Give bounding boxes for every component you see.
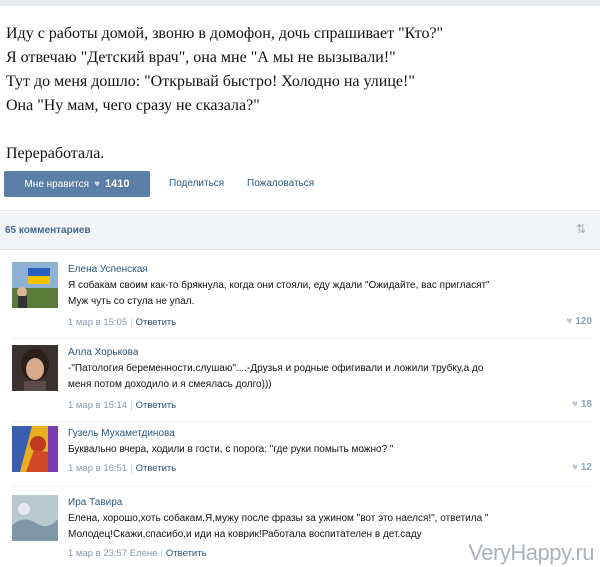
like-label: Мне нравится — [24, 178, 90, 190]
avatar[interactable] — [12, 345, 58, 391]
comment-text: Муж чуть со стула не упал. — [68, 296, 195, 307]
avatar[interactable] — [12, 426, 58, 472]
comment-item: Елена Успенская Я собакам своим как-то б… — [0, 262, 600, 334]
reply-link[interactable]: Ответить — [166, 548, 207, 559]
heart-icon: ♥ — [94, 178, 101, 190]
heart-icon: ♥ — [571, 462, 578, 473]
post-line: Она "Ну мам, чего сразу не сказала?" — [6, 97, 260, 114]
reply-link[interactable]: Ответить — [136, 463, 177, 474]
reply-link[interactable]: Ответить — [136, 400, 177, 411]
comment-meta: 1 мар в 15:14 | Ответить — [68, 400, 177, 411]
post-text: Иду с работы домой, звоню в домофон, доч… — [6, 22, 586, 166]
post-line: Переработала. — [6, 145, 105, 162]
avatar[interactable] — [12, 262, 58, 308]
comment-like[interactable]: ♥ 12 — [572, 462, 592, 473]
comment-meta: 1 мар в 15:05 | Ответить — [68, 317, 177, 328]
post-gap — [6, 118, 586, 142]
heart-icon: ♥ — [571, 399, 578, 410]
reply-link[interactable]: Ответить — [136, 317, 177, 328]
comment-date[interactable]: 1 мар в 15:14 — [68, 400, 127, 411]
post-line: Я отвечаю "Детский врач", она мне "А мы … — [6, 49, 396, 66]
comment-item: Гузель Мухаметдинова Буквально вчера, хо… — [0, 426, 600, 486]
comments-header: 65 комментариев ⇅ — [0, 211, 600, 250]
watermark: VeryHappy.ru — [468, 540, 594, 565]
comment-meta: 1 мар в 23:57 Елене | Ответить — [68, 548, 207, 559]
comment-like-count: 120 — [575, 316, 592, 327]
comment-author[interactable]: Алла Хорькова — [68, 347, 138, 358]
post-line: Тут до меня дошло: "Открывай быстро! Хол… — [6, 73, 415, 90]
report-link[interactable]: Пожаловаться — [247, 178, 314, 189]
comment-text: Молодец!Скажи,спасибо,и иди на коврик!Ра… — [68, 529, 422, 540]
comment-date[interactable]: 1 мар в 15:05 — [68, 317, 127, 328]
heart-icon: ♥ — [566, 316, 573, 327]
comment-like-count: 18 — [580, 399, 592, 410]
comment-like[interactable]: ♥ 120 — [566, 316, 592, 327]
avatar[interactable] — [12, 495, 58, 541]
comment-meta: 1 мар в 16:51 | Ответить — [68, 463, 177, 474]
comments-count: 65 комментариев — [5, 225, 91, 236]
comment-like-count: 12 — [580, 462, 592, 473]
post-actions: Мне нравится ♥ 1410 Поделиться Пожаловат… — [4, 171, 594, 197]
like-count: 1410 — [105, 178, 130, 190]
top-bar — [0, 0, 600, 6]
comment-text: -"Патология беременности,слушаю"....-Дру… — [68, 363, 484, 374]
comment-date[interactable]: 1 мар в 16:51 — [68, 463, 127, 474]
comment-date[interactable]: 1 мар в 23:57 Елене — [68, 548, 157, 559]
comment-item: Алла Хорькова -"Патология беременности,с… — [0, 345, 600, 417]
comment-separator — [12, 486, 592, 487]
comment-separator — [12, 338, 592, 339]
share-link[interactable]: Поделиться — [169, 178, 224, 189]
comment-author[interactable]: Гузель Мухаметдинова — [68, 428, 175, 439]
comment-author[interactable]: Елена Успенская — [68, 264, 148, 275]
comment-separator — [12, 421, 592, 422]
post-line: Иду с работы домой, звоню в домофон, доч… — [6, 25, 444, 42]
sort-arrows-icon[interactable]: ⇅ — [576, 222, 586, 236]
comment-text: Я собакам своим как-то брякнула, когда о… — [68, 280, 490, 291]
comment-text: Буквально вчера, ходили в гости, с порог… — [68, 444, 394, 455]
comment-text: Елена, хорошо,хоть собакам.Я,мужу после … — [68, 513, 489, 524]
like-button[interactable]: Мне нравится ♥ 1410 — [4, 171, 150, 197]
comment-text: меня потом доходило и я смеялась долго))… — [68, 379, 272, 390]
comment-like[interactable]: ♥ 18 — [572, 399, 592, 410]
comment-author[interactable]: Ира Тавира — [68, 497, 122, 508]
